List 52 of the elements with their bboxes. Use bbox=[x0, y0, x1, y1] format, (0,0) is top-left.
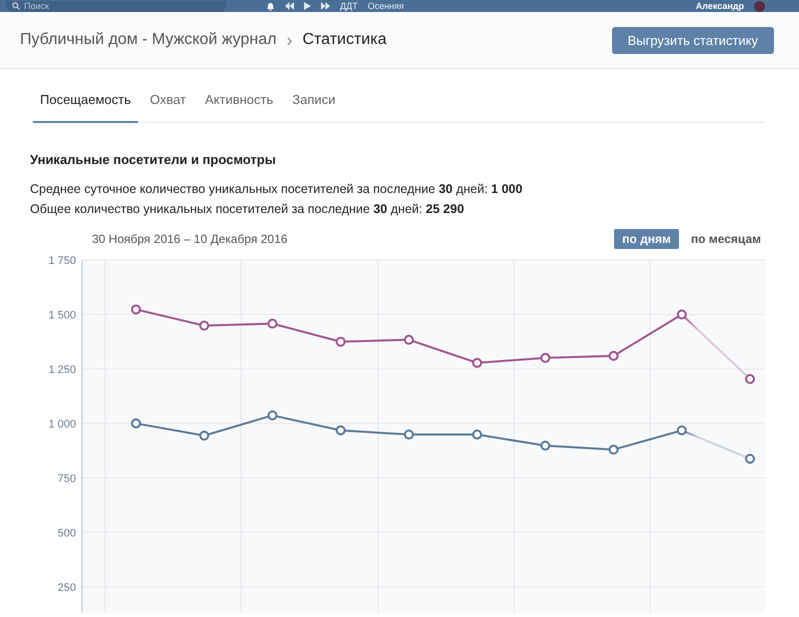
breadcrumb-link[interactable]: Публичный дом - Мужской журнал bbox=[20, 31, 276, 49]
bell-icon[interactable] bbox=[266, 2, 275, 10]
data-point[interactable] bbox=[676, 425, 687, 436]
data-point[interactable] bbox=[404, 430, 414, 440]
tab[interactable]: Записи bbox=[285, 87, 342, 123]
previous-icon[interactable] bbox=[285, 2, 294, 10]
search-input[interactable]: Поиск bbox=[24, 1, 174, 11]
section-title: Уникальные посетители и просмотры bbox=[30, 152, 277, 167]
tab[interactable]: Активность bbox=[198, 87, 280, 123]
data-point[interactable] bbox=[267, 410, 278, 420]
axis-label: 750 bbox=[58, 472, 76, 485]
tab[interactable]: Охват bbox=[142, 87, 193, 123]
stat-line: Среднее суточное количество уникальных посетителей за последние 30 дней: 1 000 bbox=[30, 181, 524, 198]
search-field[interactable]: Поиск bbox=[6, 0, 226, 12]
data-point[interactable] bbox=[199, 320, 210, 331]
breadcrumb-separator: › bbox=[286, 30, 292, 50]
data-point[interactable] bbox=[267, 318, 278, 329]
data-point[interactable] bbox=[540, 440, 550, 451]
date-range: 30 Ноября 2016 – 10 Декабря 2016 bbox=[92, 232, 288, 246]
play-icon[interactable] bbox=[304, 2, 311, 10]
data-point[interactable] bbox=[745, 374, 755, 384]
avatar[interactable] bbox=[754, 0, 765, 12]
data-point[interactable] bbox=[131, 304, 141, 314]
axis-label: 500 bbox=[58, 527, 76, 540]
data-point[interactable] bbox=[199, 430, 210, 441]
data-point[interactable] bbox=[472, 358, 482, 368]
stat-line: Общее количество уникальных посетителей за последние 30 дней: 25 290 bbox=[30, 201, 466, 218]
period-option[interactable]: по дням bbox=[614, 229, 679, 249]
axis-label: 1 000 bbox=[48, 418, 76, 430]
track-title[interactable]: Осенняя bbox=[368, 1, 404, 11]
next-icon[interactable] bbox=[321, 2, 330, 10]
data-point[interactable] bbox=[540, 352, 550, 363]
axis-label: 1 250 bbox=[48, 364, 76, 376]
data-point[interactable] bbox=[131, 418, 141, 428]
data-point[interactable] bbox=[472, 430, 482, 440]
export-button[interactable]: Выгрузить статистику bbox=[612, 26, 774, 54]
axis-label: 1 500 bbox=[48, 309, 76, 322]
data-point[interactable] bbox=[336, 336, 346, 347]
tab[interactable]: Посещаемость bbox=[33, 87, 138, 123]
data-point[interactable] bbox=[608, 350, 619, 361]
period-option[interactable]: по месяцам bbox=[682, 229, 769, 249]
axis-label: 1 750 bbox=[48, 255, 76, 267]
search-icon bbox=[12, 2, 20, 10]
data-point[interactable] bbox=[336, 425, 346, 436]
axis-label: 250 bbox=[58, 582, 76, 594]
user-name[interactable]: Александр bbox=[696, 1, 744, 11]
data-point[interactable] bbox=[745, 454, 755, 464]
track-artist[interactable]: ДДТ bbox=[340, 1, 358, 11]
data-point[interactable] bbox=[676, 309, 687, 320]
data-point[interactable] bbox=[404, 334, 414, 345]
data-point[interactable] bbox=[608, 444, 619, 455]
page-title: Статистика bbox=[302, 31, 386, 49]
